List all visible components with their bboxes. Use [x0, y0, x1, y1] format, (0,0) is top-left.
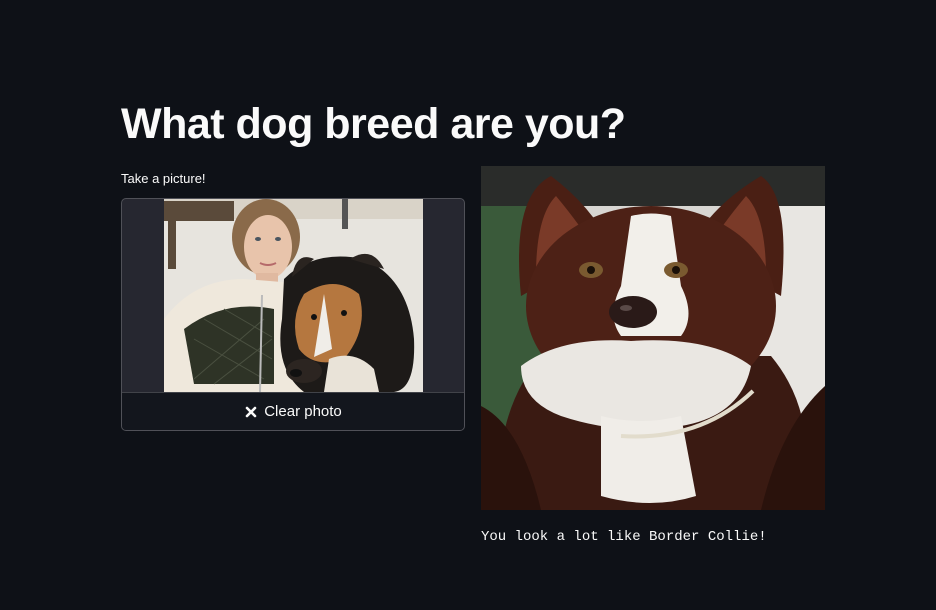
captured-photo — [164, 199, 423, 392]
camera-input: Clear photo — [121, 198, 465, 431]
prediction-result-text: You look a lot like Border Collie! — [481, 529, 767, 545]
predicted-breed-photo — [481, 166, 825, 510]
clear-photo-label: Clear photo — [264, 403, 342, 420]
clear-photo-button[interactable]: Clear photo — [122, 392, 464, 430]
page-title: What dog breed are you? — [121, 100, 626, 148]
close-icon — [244, 405, 258, 419]
camera-input-label: Take a picture! — [121, 171, 206, 186]
